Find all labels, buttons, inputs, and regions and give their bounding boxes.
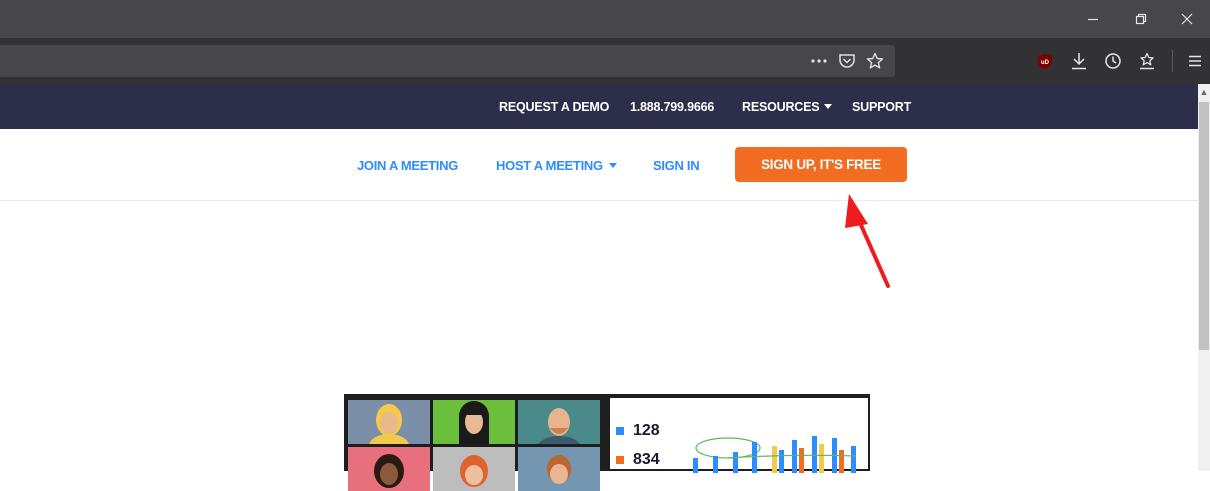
request-demo-link[interactable]: REQUEST A DEMO [499,84,609,129]
participant-tile [433,447,515,491]
stat-swatch [616,427,624,435]
minimize-icon[interactable] [1070,0,1116,38]
toolbar-separator [1172,50,1173,72]
stat-value: 128 [633,422,660,439]
hero-illustration: 128 834 [344,394,870,491]
url-bar[interactable] [0,45,895,77]
history-icon[interactable] [1098,45,1128,77]
host-meeting-label: HOST A MEETING [496,157,603,173]
participant-tile [518,400,600,444]
scroll-up-icon[interactable]: ▲ [1198,84,1210,100]
sign-up-button[interactable]: SIGN UP, IT'S FREE [735,147,907,182]
menu-icon[interactable] [1180,45,1210,77]
downloads-icon[interactable] [1064,45,1094,77]
site-topbar: REQUEST A DEMO 1.888.799.9666 RESOURCES … [0,84,1198,129]
library-icon[interactable] [1132,45,1162,77]
caret-down-icon [608,162,617,168]
participant-tile [348,400,430,444]
participant-tile [433,400,515,444]
phone-link[interactable]: 1.888.799.9666 [630,84,714,129]
host-meeting-menu[interactable]: HOST A MEETING [496,129,617,201]
participant-tile [518,447,600,491]
annotation-arrow-icon [845,194,890,288]
participant-tile [348,447,430,491]
mini-bar-chart [693,436,857,473]
scrollbar-thumb[interactable] [1199,102,1209,350]
video-gallery [348,400,602,491]
sign-in-link[interactable]: SIGN IN [653,129,700,201]
stat-row: 128 [616,422,660,440]
support-link[interactable]: SUPPORT [852,84,911,129]
ublock-icon[interactable]: uD [1030,45,1060,77]
site-mainnav: JOIN A MEETING HOST A MEETING SIGN IN [0,129,1198,201]
page-actions [805,45,889,77]
more-icon[interactable] [805,45,833,77]
bookmark-star-icon[interactable] [861,45,889,77]
join-meeting-link[interactable]: JOIN A MEETING [357,129,458,201]
stat-value: 834 [633,451,660,468]
pocket-icon[interactable] [833,45,861,77]
analytics-dashboard: 128 834 [608,396,870,473]
resources-label: RESOURCES [742,99,820,114]
ublock-label: uD [1041,60,1050,66]
stat-row: 834 [616,451,660,469]
caret-down-icon [824,104,833,109]
restore-icon[interactable] [1118,0,1164,38]
close-icon[interactable] [1164,0,1210,38]
resources-menu[interactable]: RESOURCES [742,84,833,129]
stat-swatch [616,456,624,464]
browser-titlebar [0,0,1210,38]
